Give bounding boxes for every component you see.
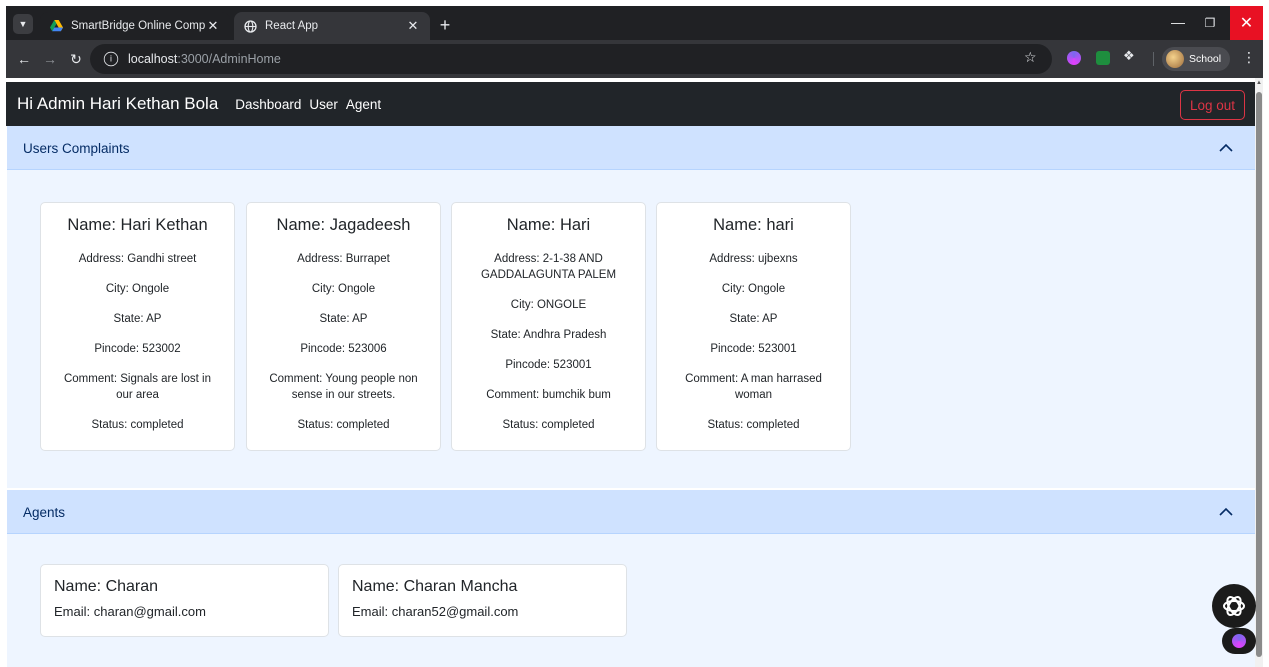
complaint-state: State: Andhra Pradesh: [490, 329, 607, 341]
complaint-address: Address: Burrapet: [297, 253, 390, 265]
agent-card: Name: Charan Mancha Email: charan52@gmai…: [338, 564, 627, 637]
extension-brain-icon[interactable]: [1067, 51, 1081, 65]
restore-icon[interactable]: ❐: [1199, 12, 1221, 34]
complaint-name: Name: Hari Kethan: [67, 216, 208, 234]
complaint-card: Name: Hari Kethan Address: Gandhi street…: [40, 202, 235, 451]
scrollbar-thumb[interactable]: [1256, 92, 1262, 657]
complaint-status: Status: completed: [502, 419, 595, 431]
complaint-card: Name: Hari Address: 2-1-38 AND GADDALAGU…: [451, 202, 646, 451]
address-bar[interactable]: i localhost:3000/AdminHome: [90, 44, 1052, 74]
tab-search-button[interactable]: ▼: [13, 14, 33, 34]
agent-email: Email: charan52@gmail.com: [352, 604, 519, 619]
tab-strip: ▼ SmartBridge Online Complaints ✕ React …: [6, 6, 1263, 40]
users-complaints-accordion-body: Name: Hari Kethan Address: Gandhi street…: [7, 170, 1255, 488]
close-tab-icon[interactable]: ✕: [406, 18, 420, 34]
reload-icon[interactable]: ↻: [66, 49, 86, 69]
complaint-pincode: Pincode: 523001: [710, 343, 797, 355]
agent-name: Name: Charan Mancha: [352, 578, 518, 595]
site-info-icon[interactable]: i: [103, 51, 119, 67]
complaint-status: Status: completed: [91, 419, 184, 431]
complaint-comment: Comment: Young people non sense in our s…: [269, 373, 418, 401]
profile-button[interactable]: School: [1162, 47, 1230, 71]
tab-react-app[interactable]: React App ✕: [234, 12, 430, 40]
complaint-pincode: Pincode: 523001: [505, 359, 592, 371]
accordion-title: Agents: [23, 504, 66, 520]
avatar: [1166, 50, 1184, 68]
nav-link-user[interactable]: User: [309, 97, 338, 112]
complaint-pincode: Pincode: 523006: [300, 343, 387, 355]
toolbar-divider: [1153, 52, 1154, 66]
logout-button[interactable]: Log out: [1180, 90, 1245, 120]
nav-link-dashboard[interactable]: Dashboard: [235, 97, 301, 112]
brain-icon: [1232, 634, 1246, 648]
app-viewport: Hi Admin Hari Kethan Bola Dashboard User…: [6, 78, 1263, 667]
nav-link-agent[interactable]: Agent: [346, 97, 381, 112]
agents-accordion-header[interactable]: Agents: [7, 490, 1255, 534]
complaint-name: Name: Hari: [506, 216, 591, 234]
complaint-city: City: Ongole: [311, 283, 376, 295]
forward-arrow-icon[interactable]: →: [40, 49, 60, 69]
complaint-state: State: AP: [729, 313, 778, 325]
users-complaints-accordion-header[interactable]: Users Complaints: [7, 126, 1255, 170]
complaint-city: City: Ongole: [721, 283, 786, 295]
chatgpt-float-button[interactable]: [1212, 584, 1256, 628]
scroll-up-arrow-icon[interactable]: ▲: [1255, 80, 1263, 90]
close-window-icon[interactable]: ✕: [1230, 6, 1263, 40]
complaint-city: City: ONGOLE: [510, 299, 587, 311]
close-tab-icon[interactable]: ✕: [206, 18, 220, 34]
complaint-card: Name: Jagadeesh Address: Burrapet City: …: [246, 202, 441, 451]
minimize-icon[interactable]: —: [1167, 12, 1189, 34]
complaint-name: Name: hari: [713, 216, 794, 234]
url-host: localhost: [128, 52, 178, 66]
agent-email: Email: charan@gmail.com: [54, 604, 206, 619]
complaint-address: Address: Gandhi street: [78, 253, 197, 265]
extensions-puzzle-icon[interactable]: ❖: [1123, 48, 1139, 64]
complaint-card: Name: hari Address: ujbexns City: Ongole…: [656, 202, 851, 451]
complaint-comment: Comment: bumchik bum: [486, 389, 611, 401]
google-drive-icon: [50, 20, 63, 33]
new-tab-button[interactable]: +: [434, 14, 456, 36]
profile-label: School: [1189, 53, 1222, 65]
more-menu-icon[interactable]: ⋮: [1242, 49, 1256, 66]
extension-green-icon[interactable]: [1096, 51, 1110, 65]
complaint-address: Address: ujbexns: [709, 253, 798, 265]
complaint-name: Name: Jagadeesh: [276, 216, 411, 234]
complaint-status: Status: completed: [297, 419, 390, 431]
complaint-state: State: AP: [319, 313, 368, 325]
agent-card: Name: Charan Email: charan@gmail.com: [40, 564, 329, 637]
globe-icon: [244, 19, 257, 33]
complaint-city: City: Ongole: [105, 283, 170, 295]
tab-smartbridge[interactable]: SmartBridge Online Complaints ✕: [40, 12, 230, 40]
complaint-comment: Comment: A man harrased woman: [685, 373, 822, 401]
tab-title: React App: [265, 20, 319, 32]
bookmark-star-icon[interactable]: ☆: [1024, 49, 1037, 66]
browser-window: ▼ SmartBridge Online Complaints ✕ React …: [6, 6, 1263, 667]
agent-name: Name: Charan: [54, 578, 159, 595]
tab-title: SmartBridge Online Complaints: [71, 20, 206, 32]
chevron-up-icon[interactable]: [1218, 139, 1234, 155]
navbar-brand: Hi Admin Hari Kethan Bola: [17, 94, 219, 113]
complaint-comment: Comment: Signals are lost in our area: [63, 373, 211, 401]
complaint-address: Address: 2-1-38 AND GADDALAGUNTA PALEM: [480, 253, 617, 281]
browser-toolbar: ← → ↻ i localhost:3000/AdminHome ☆ ❖ Sch…: [6, 40, 1263, 78]
complaint-status: Status: completed: [707, 419, 800, 431]
openai-logo-icon: [1223, 595, 1245, 617]
back-arrow-icon[interactable]: ←: [14, 49, 34, 69]
complaint-state: State: AP: [113, 313, 162, 325]
complaint-pincode: Pincode: 523002: [94, 343, 181, 355]
brain-extension-float-button[interactable]: [1222, 628, 1256, 654]
top-navbar: Hi Admin Hari Kethan Bola Dashboard User…: [6, 82, 1255, 126]
url-path: :3000/AdminHome: [177, 52, 281, 66]
chevron-up-icon[interactable]: [1218, 503, 1234, 519]
agents-accordion-body: Name: Charan Email: charan@gmail.com Nam…: [7, 534, 1255, 667]
accordion-title: Users Complaints: [23, 140, 130, 156]
